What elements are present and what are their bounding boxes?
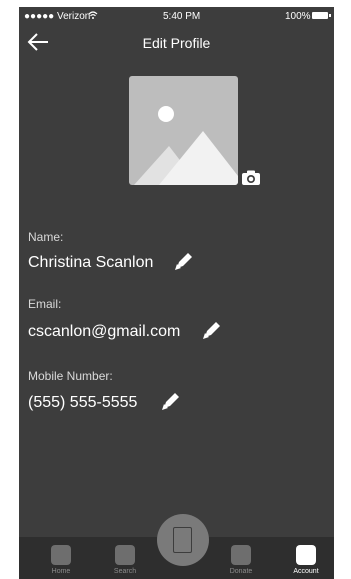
name-label: Name: (28, 230, 64, 244)
profile-photo[interactable] (129, 76, 238, 185)
tab-search[interactable]: Search (100, 545, 150, 575)
battery-icon (312, 12, 331, 19)
tab-home[interactable]: Home (36, 545, 86, 575)
page-title: Edit Profile (142, 35, 211, 51)
name-value: Christina Scanlon (28, 254, 154, 271)
phone-screen: ●●●●● Verizon 5:40 PM 100% Edit Profile … (19, 7, 334, 579)
battery-percent: 100% (285, 11, 311, 22)
tab-home-label: Home (51, 568, 71, 575)
email-label: Email: (28, 297, 62, 311)
carrier-label: ●●●●● Verizon (24, 11, 91, 22)
mobile-value: (555) 555-5555 (28, 394, 138, 411)
tab-donate[interactable]: Donate (216, 545, 266, 575)
edit-mobile-pencil-icon[interactable] (161, 391, 181, 411)
status-time: 5:40 PM (163, 11, 201, 22)
tab-donate-label: Donate (229, 568, 253, 575)
account-icon (296, 545, 316, 565)
edit-email-pencil-icon[interactable] (202, 320, 222, 340)
wifi-icon (88, 11, 98, 19)
camera-icon[interactable] (241, 170, 261, 186)
edit-name-pencil-icon[interactable] (174, 251, 194, 271)
status-bar: ●●●●● Verizon 5:40 PM 100% (19, 7, 334, 25)
tab-account-label: Account (293, 568, 319, 575)
mobile-label: Mobile Number: (28, 369, 113, 383)
search-icon (115, 545, 135, 565)
card-icon (173, 527, 192, 553)
email-value: cscanlon@gmail.com (28, 323, 181, 340)
tab-search-label: Search (113, 568, 137, 575)
tab-account[interactable]: Account (281, 545, 331, 575)
image-placeholder-icon (134, 106, 238, 185)
donate-icon (231, 545, 251, 565)
center-action-button[interactable] (157, 514, 209, 566)
home-icon (51, 545, 71, 565)
